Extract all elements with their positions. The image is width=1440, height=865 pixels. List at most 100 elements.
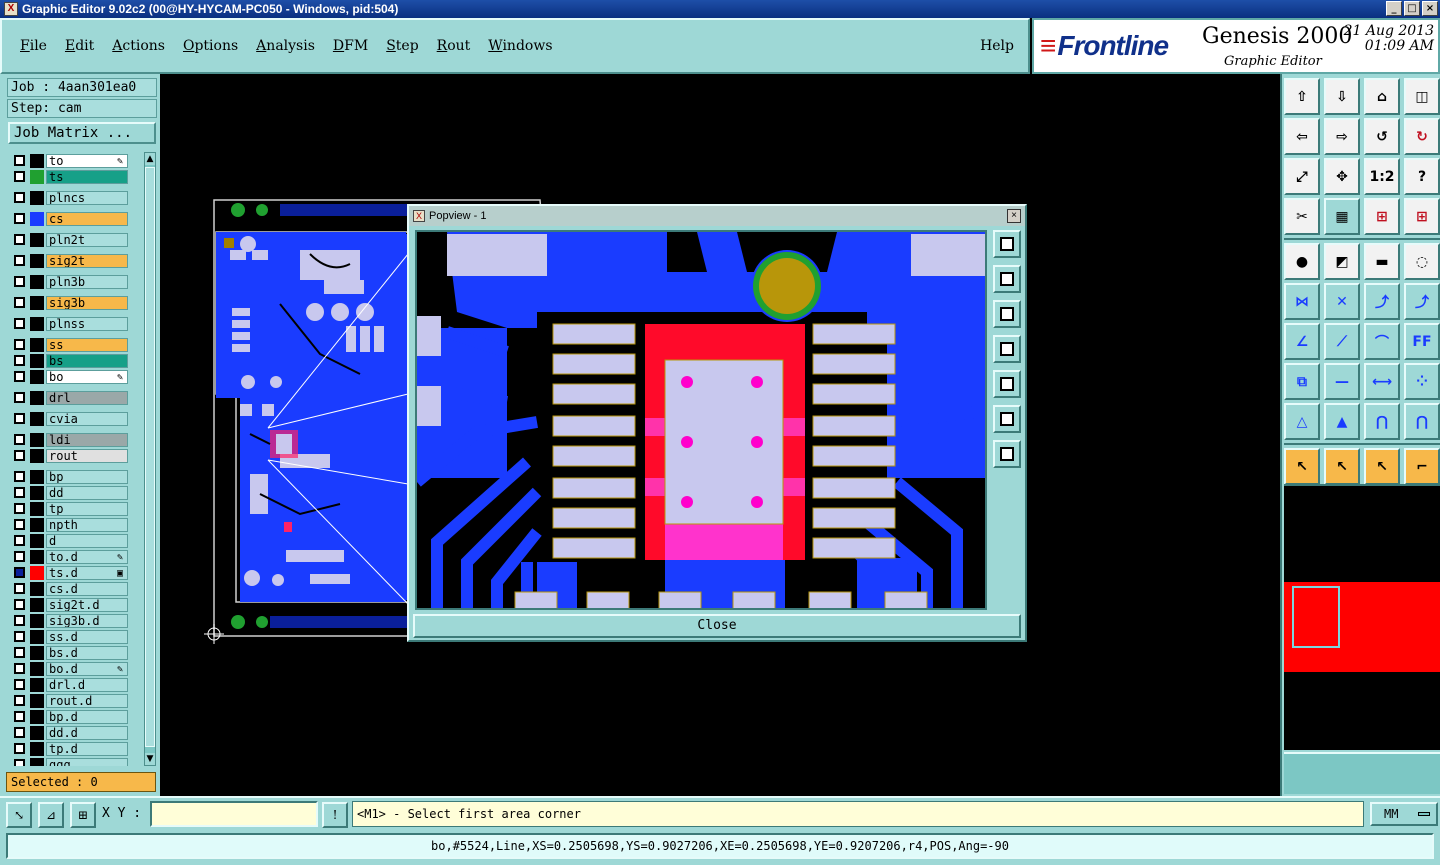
snap-icon[interactable]: ⤡ [6,802,32,828]
popview-center-button[interactable] [993,440,1021,468]
popview-close-button[interactable]: Close [413,614,1021,638]
layer-checkbox[interactable] [14,434,25,445]
layer-row-rout[interactable]: rout [10,449,142,463]
layer-checkbox[interactable] [14,679,25,690]
popview-zoom-area[interactable] [415,230,987,610]
layer-checkbox[interactable] [14,663,25,674]
close-window-button[interactable]: × [1422,1,1438,16]
layer-name[interactable]: sig2t.d [46,598,128,612]
layer-row-dd-d[interactable]: dd.d [10,726,142,740]
layer-color-swatch[interactable] [30,598,44,612]
menu-options[interactable]: Options [183,38,238,54]
popview-close-icon[interactable]: × [1007,209,1021,223]
layer-name[interactable]: pln3b [46,275,128,289]
layer-name[interactable]: ts.d ▣ [46,566,128,580]
menu-windows[interactable]: Windows [488,38,552,54]
layer-row-ss[interactable]: ss [10,338,142,352]
layer-color-swatch[interactable] [30,566,44,580]
layer-row-bs-d[interactable]: bs.d [10,646,142,660]
layer-name[interactable]: pln2t [46,233,128,247]
layer-checkbox[interactable] [14,471,25,482]
layer-name[interactable]: sig2t [46,254,128,268]
tweezers-tool-button[interactable]: ✂ [1284,198,1320,235]
measure-tool-button[interactable]: ⟷ [1364,363,1400,400]
layer-row-bp-d[interactable]: bp.d [10,710,142,724]
split-tool-button[interactable]: ◫ [1404,78,1440,115]
layer-color-swatch[interactable] [30,391,44,405]
layer-checkbox[interactable] [14,450,25,461]
layer-color-swatch[interactable] [30,550,44,564]
layer-name[interactable]: d [46,534,128,548]
scroll-thumb[interactable] [145,167,155,747]
layer-color-swatch[interactable] [30,662,44,676]
move-pad-2-tool-button[interactable]: ⤴ [1404,283,1440,320]
layer-color-swatch[interactable] [30,170,44,184]
layer-scrollbar[interactable]: ▲ ▼ [144,152,156,766]
layer-color-swatch[interactable] [30,694,44,708]
zoom-center-tool-button[interactable]: ✥ [1324,158,1360,195]
layer-checkbox[interactable] [14,276,25,287]
layer-checkbox[interactable] [14,695,25,706]
layer-name[interactable]: ggg [46,758,128,766]
popview-up-button[interactable] [993,265,1021,293]
redo-tool-button[interactable]: ↻ [1404,118,1440,155]
layer-name[interactable]: ts [46,170,128,184]
layer-color-swatch[interactable] [30,254,44,268]
layer-row-ts[interactable]: ts [10,170,142,184]
arch-tool-button[interactable]: ⋂ [1364,403,1400,440]
layer-name[interactable]: bs [46,354,128,368]
pan-right-tool-button[interactable]: ⇨ [1324,118,1360,155]
layer-row-bo-d[interactable]: bo.d ✎ [10,662,142,676]
layer-checkbox[interactable] [14,759,25,766]
layer-checkbox[interactable] [14,192,25,203]
layer-row-ggg[interactable]: ggg [10,758,142,766]
layer-checkbox[interactable] [14,631,25,642]
layer-row-cs[interactable]: cs [10,212,142,226]
layer-checkbox[interactable] [14,599,25,610]
xy-input[interactable] [150,801,318,827]
pan-left-tool-button[interactable]: ⇦ [1284,118,1320,155]
menu-actions[interactable]: Actions [112,38,165,54]
home-tool-button[interactable]: ⌂ [1364,78,1400,115]
menu-analysis[interactable]: Analysis [256,38,315,54]
layer-checkbox[interactable] [14,413,25,424]
menu-edit[interactable]: Edit [65,38,94,54]
zoomed-footprint[interactable] [417,232,987,610]
layer-color-swatch[interactable] [30,582,44,596]
layer-color-swatch[interactable] [30,233,44,247]
info-icon[interactable]: ! [322,802,348,828]
layer-color-swatch[interactable] [30,154,44,168]
layer-row-sig2t-d[interactable]: sig2t.d [10,598,142,612]
layer-color-swatch[interactable] [30,412,44,426]
select-box-tool-button[interactable]: ↖ [1324,448,1360,485]
group-tool-button[interactable]: ⁘ [1404,363,1440,400]
layer-row-ss-d[interactable]: ss.d [10,630,142,644]
layer-checkbox[interactable] [14,711,25,722]
layer-color-swatch[interactable] [30,338,44,352]
layer-color-swatch[interactable] [30,614,44,628]
layer-name[interactable]: sig3b [46,296,128,310]
layer-row-ts-d[interactable]: ts.d ▣ [10,566,142,580]
layer-row-bs[interactable]: bs [10,354,142,368]
layer-name[interactable]: cs.d [46,582,128,596]
units-select[interactable]: MM [1370,802,1438,826]
layer-name[interactable]: drl.d [46,678,128,692]
layer-checkbox[interactable] [14,392,25,403]
menu-step[interactable]: Step [386,38,418,54]
layer-row-rout-d[interactable]: rout.d [10,694,142,708]
menu-dfm[interactable]: DFM [333,38,368,54]
layer-name[interactable]: tp [46,502,128,516]
layer-color-swatch[interactable] [30,758,44,766]
select-tool-button[interactable]: ↖ [1284,448,1320,485]
scroll-down-icon[interactable]: ▼ [145,753,155,765]
layer-row-sig2t[interactable]: sig2t [10,254,142,268]
popview-zoom-in-button[interactable] [993,230,1021,258]
layer-checkbox[interactable] [14,213,25,224]
layer-name[interactable]: ss.d [46,630,128,644]
layer-name[interactable]: plnss [46,317,128,331]
popview-down-button[interactable] [993,300,1021,328]
layer-checkbox[interactable] [14,255,25,266]
layer-checkbox[interactable] [14,171,25,182]
layer-checkbox[interactable] [14,583,25,594]
menu-rout[interactable]: Rout [437,38,471,54]
